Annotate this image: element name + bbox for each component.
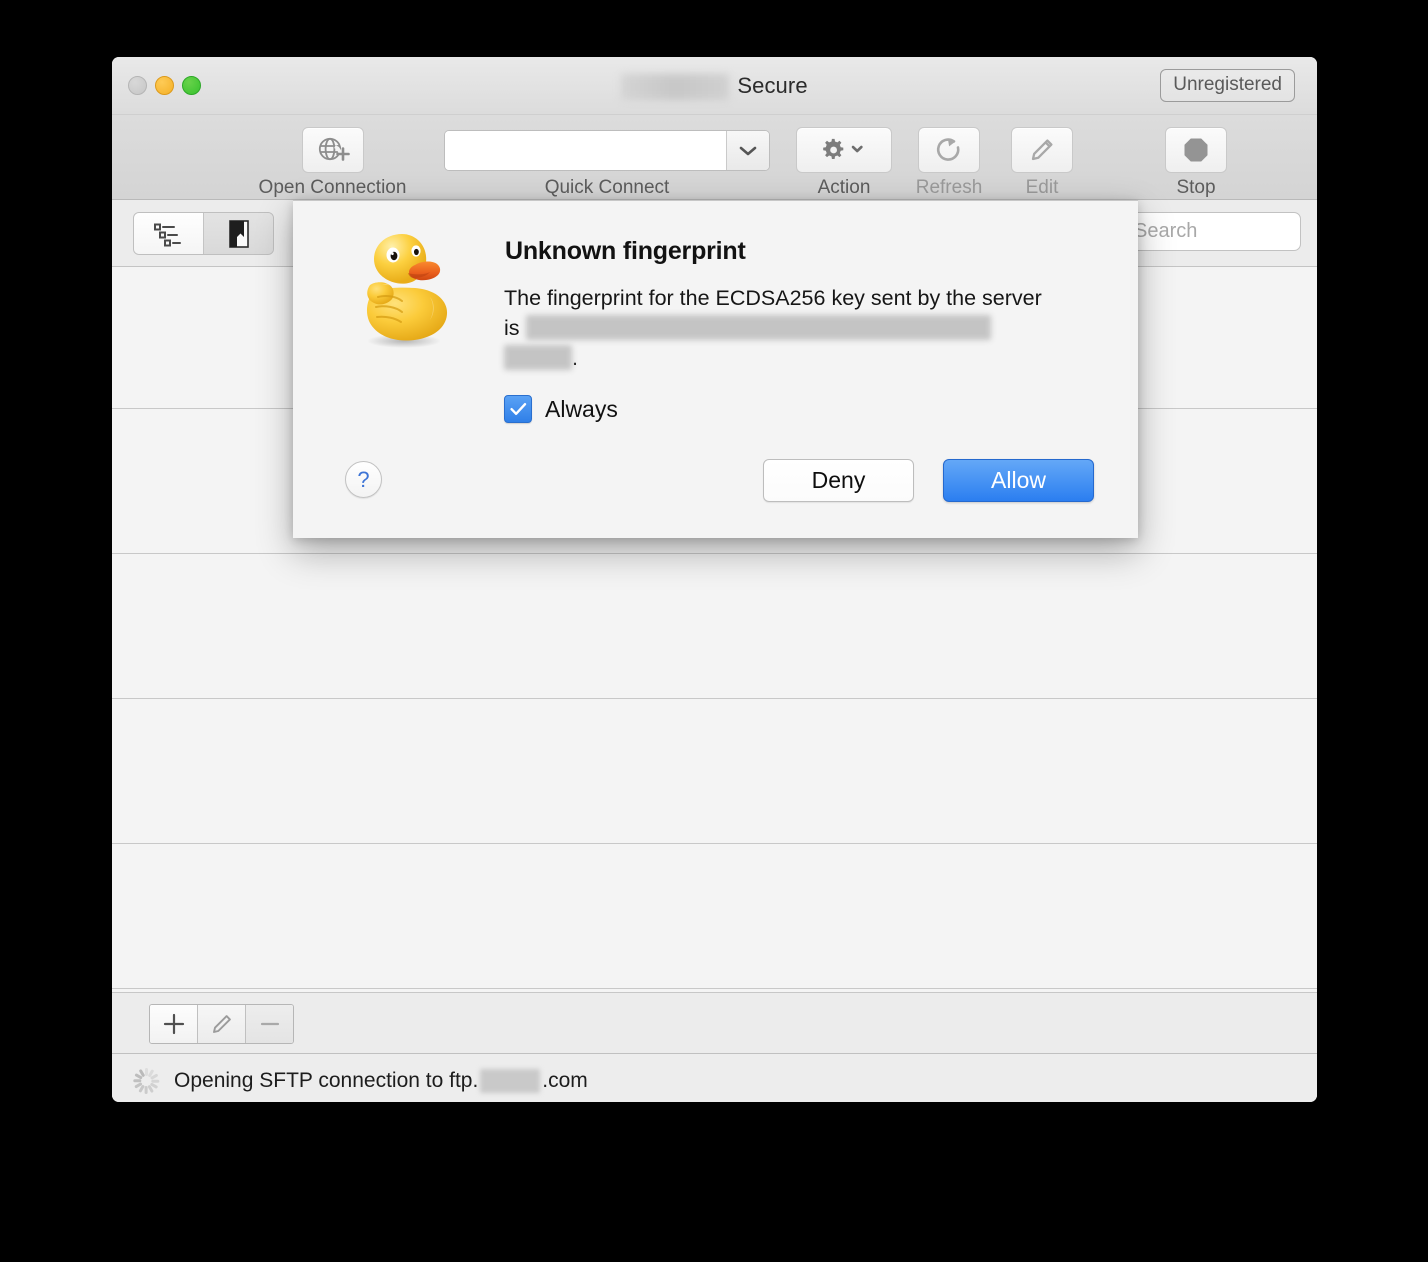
always-checkbox-label: Always <box>545 395 618 422</box>
help-button[interactable]: ? <box>345 461 382 498</box>
redacted-fingerprint-part1 <box>525 315 991 340</box>
minus-icon[interactable] <box>246 1005 293 1043</box>
sidebar-item-bookmark-view[interactable] <box>204 213 273 254</box>
gear-icon <box>796 127 892 173</box>
stop-button[interactable]: Stop <box>1137 127 1255 199</box>
main-toolbar: Open Connection Quick Connect Action Ref… <box>112 115 1317 200</box>
redacted-fingerprint-part2 <box>504 345 572 370</box>
quick-connect-group: Quick Connect <box>444 130 770 199</box>
sidebar-item-list-view[interactable] <box>134 213 204 254</box>
stop-octagon-icon <box>1165 127 1227 173</box>
status-text: Opening SFTP connection to ftp. .com <box>174 1068 588 1093</box>
quick-connect-label: Quick Connect <box>544 177 670 198</box>
screen: Secure Unregistered Open Connection Quic… <box>0 0 1428 1262</box>
quick-connect-input[interactable] <box>445 131 726 170</box>
plus-icon[interactable] <box>150 1005 198 1043</box>
view-segmented-control <box>133 212 274 255</box>
dialog-message-period: . <box>572 346 578 370</box>
open-connection-button[interactable]: Open Connection <box>240 127 425 199</box>
dialog-title: Unknown fingerprint <box>505 237 746 265</box>
window-title-text: Secure <box>737 73 808 99</box>
globe-plus-icon <box>301 127 364 173</box>
status-text-after: .com <box>542 1068 588 1092</box>
always-checkbox[interactable] <box>504 395 532 423</box>
edit-label: Edit <box>1025 177 1059 198</box>
bookmark-button-group <box>149 1004 294 1044</box>
quick-connect-combobox[interactable] <box>444 130 770 171</box>
status-text-before: Opening SFTP connection to ftp. <box>174 1068 479 1092</box>
pencil-icon <box>1011 127 1073 173</box>
open-connection-label: Open Connection <box>258 177 407 198</box>
redacted-title-prefix <box>621 74 730 101</box>
window-titlebar: Secure Unregistered <box>112 57 1317 115</box>
refresh-icon <box>918 127 980 173</box>
stop-label: Stop <box>1176 177 1216 198</box>
dialog-message-line1: The fingerprint for the ECDSA256 key sen… <box>504 286 977 310</box>
list-item[interactable] <box>112 554 1317 699</box>
action-label: Action <box>817 177 871 198</box>
list-item[interactable] <box>112 699 1317 844</box>
status-bar: Opening SFTP connection to ftp. .com <box>112 1053 1317 1102</box>
edit-button[interactable]: Edit <box>983 127 1101 199</box>
deny-button[interactable]: Deny <box>763 459 914 502</box>
window-title: Secure <box>112 72 1317 101</box>
allow-button[interactable]: Allow <box>943 459 1094 502</box>
status-badge[interactable]: Unregistered <box>1160 69 1295 102</box>
search-field-wrapper <box>1123 212 1301 251</box>
chevron-down-icon[interactable] <box>726 131 769 170</box>
list-item[interactable] <box>112 844 1317 989</box>
dialog-buttons: Deny Allow <box>763 459 1094 502</box>
dialog-message: The fingerprint for the ECDSA256 key sen… <box>504 283 1049 373</box>
bookmark-actions-bar <box>112 992 1317 1053</box>
loading-spinner-icon <box>132 1067 160 1095</box>
always-checkbox-row[interactable]: Always <box>504 395 618 423</box>
redacted-domain <box>480 1068 541 1093</box>
search-input[interactable] <box>1123 212 1301 251</box>
unknown-fingerprint-dialog: Unknown fingerprint The fingerprint for … <box>293 200 1138 538</box>
rubber-duck-icon <box>352 225 450 350</box>
action-button[interactable]: Action <box>785 127 903 199</box>
pencil-icon[interactable] <box>198 1005 246 1043</box>
